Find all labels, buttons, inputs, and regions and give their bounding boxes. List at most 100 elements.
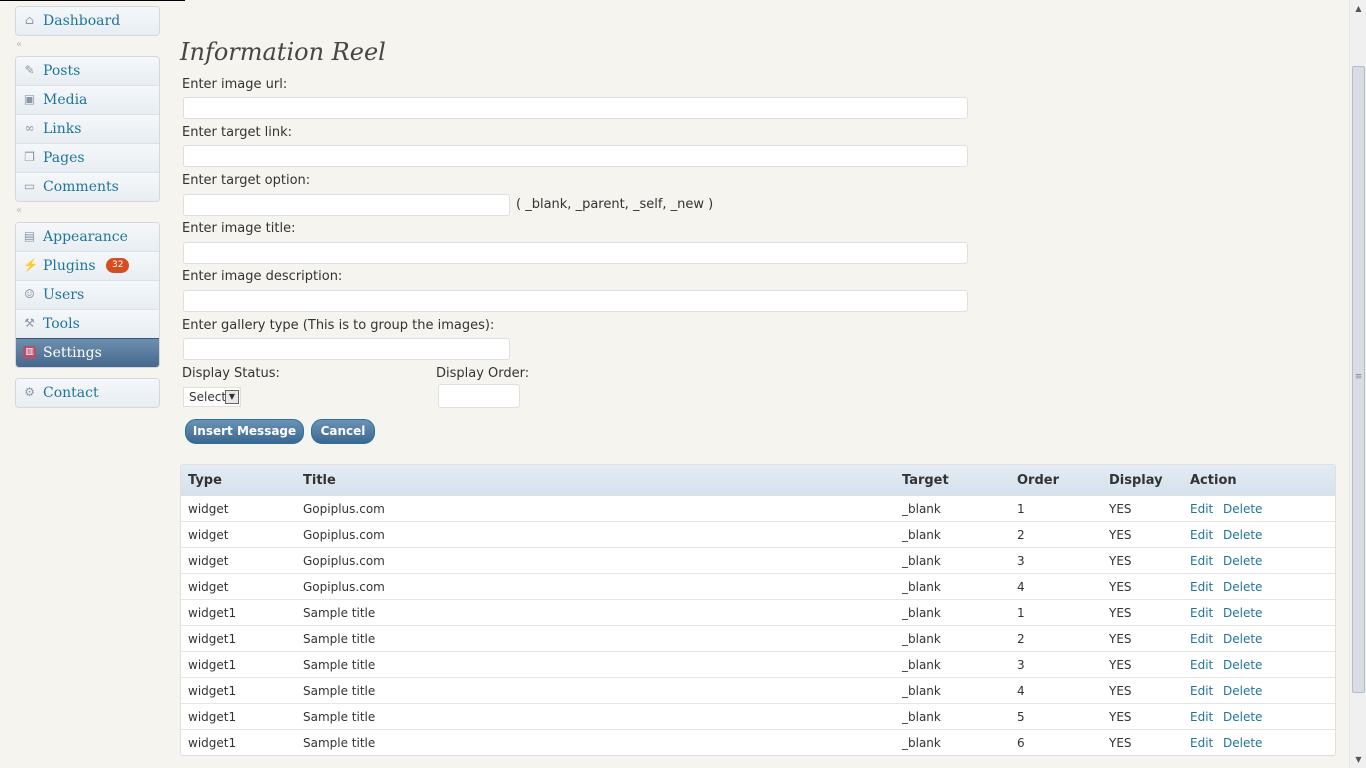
cancel-button[interactable]: Cancel [311, 419, 375, 444]
vertical-scrollbar[interactable]: ▲ ≡ ▼ [1349, 0, 1366, 768]
edit-link[interactable]: Edit [1190, 658, 1213, 672]
delete-link[interactable]: Delete [1223, 528, 1262, 542]
display-status-label: Display Status: [182, 366, 280, 381]
menu-label: Appearance [43, 229, 128, 245]
edit-link[interactable]: Edit [1190, 554, 1213, 568]
table-row: widget1 Sample title _blank 3 YES Edit D… [181, 651, 1335, 677]
cell-display: YES [1109, 580, 1132, 594]
table-row: widget1 Sample title _blank 1 YES Edit D… [181, 599, 1335, 625]
edit-link[interactable]: Edit [1190, 710, 1213, 724]
cell-order: 5 [1017, 710, 1025, 724]
insert-message-button[interactable]: Insert Message [185, 419, 304, 444]
menu-item-settings[interactable]: ▥ Settings [16, 338, 159, 367]
collapse-arrow-icon: « [16, 205, 23, 216]
scroll-down-icon[interactable]: ▼ [1351, 752, 1366, 767]
gallery-type-input[interactable] [183, 338, 510, 360]
menu-item-links[interactable]: ∞ Links [16, 114, 159, 143]
gear-icon: ⚙ [24, 385, 35, 399]
cell-title: Sample title [303, 606, 376, 620]
menu-item-contact[interactable]: ⚙ Contact [16, 379, 159, 407]
cell-type: widget [188, 554, 229, 568]
cell-type: widget1 [188, 736, 237, 750]
cell-display: YES [1109, 684, 1132, 698]
cell-title: Sample title [303, 632, 376, 646]
header-type: Type [188, 473, 222, 488]
display-status-select[interactable]: Select ▼ [183, 387, 241, 407]
home-icon: ⌂ [24, 13, 35, 27]
delete-link[interactable]: Delete [1223, 710, 1262, 724]
cell-title: Gopiplus.com [303, 502, 385, 516]
delete-link[interactable]: Delete [1223, 736, 1262, 750]
cell-order: 3 [1017, 658, 1025, 672]
menu-label: Settings [43, 345, 102, 361]
menu-item-posts[interactable]: ✎ Posts [16, 57, 159, 85]
cell-display: YES [1109, 658, 1132, 672]
image-title-input[interactable] [183, 242, 968, 264]
cell-target: _blank [902, 632, 941, 646]
table-row: widget Gopiplus.com _blank 1 YES Edit De… [181, 496, 1335, 521]
cell-type: widget [188, 580, 229, 594]
menu-item-media[interactable]: ▣ Media [16, 85, 159, 114]
menu-label: Contact [43, 385, 99, 401]
main-content: Information Reel Enter image url: Enter … [180, 0, 1340, 768]
target-option-hint: ( _blank, _parent, _self, _new ) [516, 197, 714, 212]
delete-link[interactable]: Delete [1223, 684, 1262, 698]
header-title: Title [303, 473, 336, 488]
delete-link[interactable]: Delete [1223, 632, 1262, 646]
edit-link[interactable]: Edit [1190, 632, 1213, 646]
delete-link[interactable]: Delete [1223, 502, 1262, 516]
cell-title: Gopiplus.com [303, 528, 385, 542]
edit-link[interactable]: Edit [1190, 528, 1213, 542]
delete-link[interactable]: Delete [1223, 606, 1262, 620]
cell-display: YES [1109, 710, 1132, 724]
image-url-input[interactable] [183, 97, 968, 119]
cell-target: _blank [902, 710, 941, 724]
chevron-down-icon[interactable]: ▼ [225, 390, 239, 404]
cell-display: YES [1109, 554, 1132, 568]
cell-order: 1 [1017, 502, 1025, 516]
edit-link[interactable]: Edit [1190, 684, 1213, 698]
collapse-arrow-icon: « [16, 39, 23, 50]
edit-link[interactable]: Edit [1190, 606, 1213, 620]
menu-separator[interactable]: « [15, 202, 160, 222]
plug-icon: ⚡ [23, 258, 38, 272]
cell-target: _blank [902, 502, 941, 516]
menu-item-plugins[interactable]: ⚡ Plugins 32 [16, 251, 159, 280]
scrollbar-thumb[interactable]: ≡ [1352, 66, 1365, 693]
edit-link[interactable]: Edit [1190, 736, 1213, 750]
delete-link[interactable]: Delete [1223, 580, 1262, 594]
menu-separator[interactable]: « [15, 36, 160, 56]
menu-label: Posts [43, 63, 81, 79]
cell-target: _blank [902, 528, 941, 542]
cell-target: _blank [902, 606, 941, 620]
target-option-input[interactable] [183, 194, 510, 216]
menu-item-dashboard[interactable]: ⌂ Dashboard [16, 7, 159, 35]
cell-type: widget1 [188, 632, 237, 646]
grip-icon: ≡ [1354, 372, 1363, 382]
header-order: Order [1017, 473, 1059, 488]
target-link-input[interactable] [183, 145, 968, 167]
target-link-label: Enter target link: [182, 125, 293, 140]
cell-display: YES [1109, 502, 1132, 516]
edit-link[interactable]: Edit [1190, 502, 1213, 516]
delete-link[interactable]: Delete [1223, 658, 1262, 672]
image-title-label: Enter image title: [182, 221, 296, 236]
image-description-input[interactable] [183, 290, 968, 312]
menu-item-tools[interactable]: ⚒ Tools [16, 309, 159, 338]
table-row: widget Gopiplus.com _blank 4 YES Edit De… [181, 573, 1335, 599]
menu-item-pages[interactable]: ❐ Pages [16, 143, 159, 172]
display-order-input[interactable] [438, 384, 520, 408]
cell-order: 1 [1017, 606, 1025, 620]
cell-display: YES [1109, 606, 1132, 620]
menu-item-appearance[interactable]: ▤ Appearance [16, 223, 159, 251]
table-row: widget1 Sample title _blank 2 YES Edit D… [181, 625, 1335, 651]
cell-target: _blank [902, 684, 941, 698]
delete-link[interactable]: Delete [1223, 554, 1262, 568]
cell-order: 6 [1017, 736, 1025, 750]
menu-item-users[interactable]: ☺ Users [16, 280, 159, 309]
menu-item-comments[interactable]: ▭ Comments [16, 172, 159, 201]
image-description-label: Enter image description: [182, 269, 343, 284]
scroll-up-icon[interactable]: ▲ [1351, 1, 1366, 16]
menu-label: Links [43, 121, 82, 137]
edit-link[interactable]: Edit [1190, 580, 1213, 594]
